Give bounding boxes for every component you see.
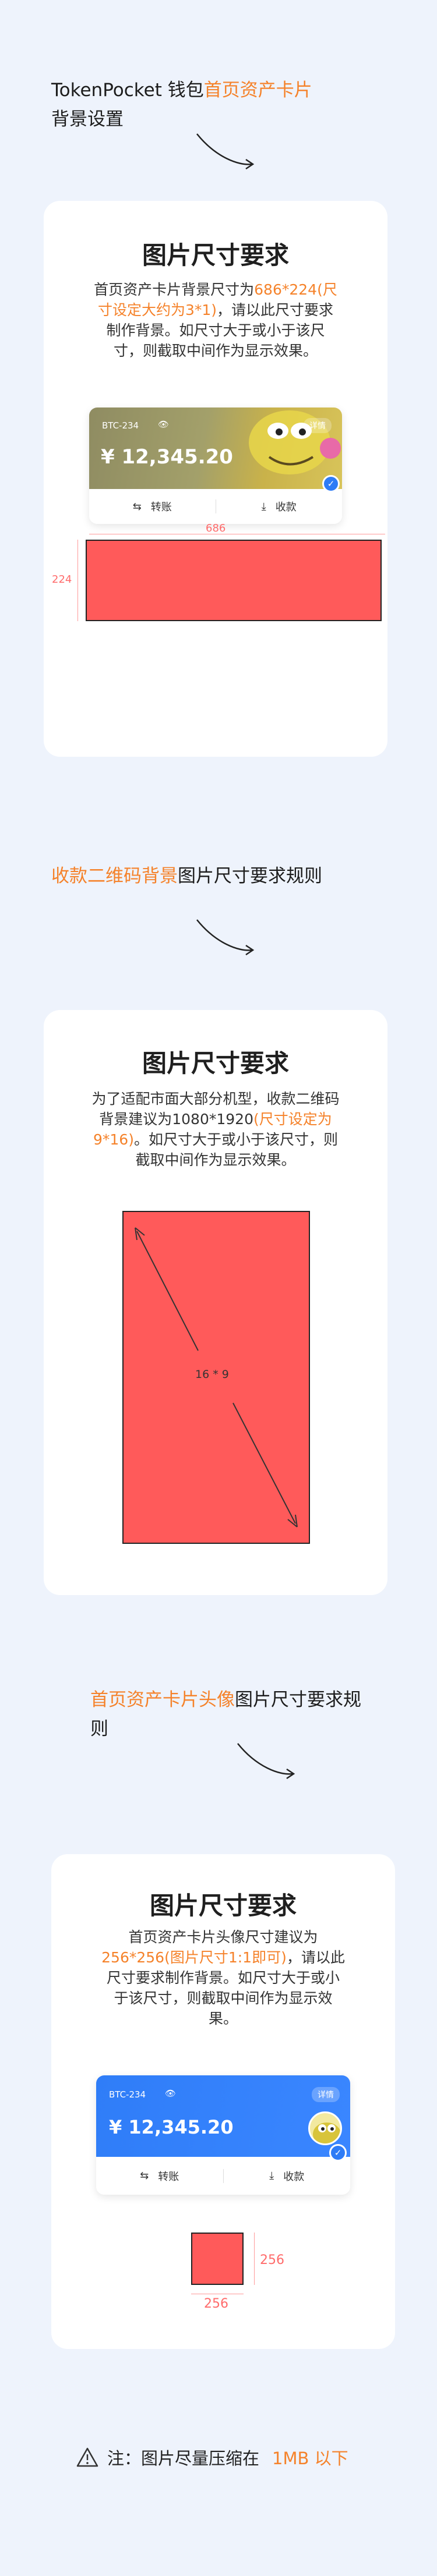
section3-card-title: 图片尺寸要求: [149, 1891, 297, 1920]
section2-heading-highlight: 收款二维码背景: [51, 866, 178, 887]
section3-description: 首页资产卡片头像尺寸建议为256*256(图片尺寸1:1即可)，请以此尺寸要求制…: [101, 1927, 346, 2029]
avatar-height-line: [254, 2233, 255, 2285]
transfer-label: 转账: [150, 501, 172, 513]
receive-label: 收款: [275, 501, 297, 513]
ratio-label: 16 * 9: [195, 1368, 229, 1381]
wallet-detail-button[interactable]: 详情: [312, 2087, 340, 2102]
section2-heading-post: 图片尺寸要求规则: [178, 866, 322, 887]
section3-wallet-card: BTC-234 👁 详情 ¥ 12,345.20 ✓ ⇆ 转账 ⤓ 收款: [96, 2075, 350, 2195]
height-label: 224: [52, 573, 72, 586]
transfer-button[interactable]: ⇆ 转账: [96, 2168, 223, 2184]
wallet-balance: ¥ 12,345.20: [109, 2116, 234, 2138]
section1-description: 首页资产卡片背景尺寸为686*224(尺寸设定大约为3*1)，请以此尺寸要求制作…: [93, 279, 338, 361]
section1-heading-highlight: 首页资产卡片: [203, 80, 312, 101]
section1-wallet-card: BTC-234 👁 详情 ¥ 12,345.20 ⇆ 转账 ⤓ 收款 ✓: [89, 408, 342, 524]
cartoon-frog-icon: [313, 2123, 340, 2143]
section1-heading-pre: TokenPocket 钱包: [51, 80, 204, 101]
section3-card: 图片尺寸要求 首页资产卡片头像尺寸建议为256*256(图片尺寸1:1即可)，请…: [51, 1854, 395, 2349]
eye-icon[interactable]: 👁: [158, 419, 169, 430]
note-highlight: 1MB 以下: [272, 2449, 348, 2468]
section2-description: 为了适配市面大部分机型，收款二维码背景建议为1080*1920(尺寸设定为9*1…: [90, 1089, 341, 1170]
height-dimension-line: [77, 540, 78, 621]
avatar-width-label: 256: [204, 2297, 228, 2311]
section1-heading-post: 背景设置: [51, 109, 124, 130]
section3-heading: 首页资产卡片头像图片尺寸要求规则: [90, 1685, 364, 1744]
curved-arrow-icon: [237, 1743, 295, 1780]
background-size-preview: [86, 540, 382, 621]
section1-desc-pre: 首页资产卡片背景尺寸为: [94, 281, 255, 298]
avatar-size-preview: [191, 2233, 244, 2285]
section2-card-title: 图片尺寸要求: [142, 1049, 289, 1078]
wallet-actions: ⇆ 转账 ⤓ 收款: [96, 2157, 350, 2195]
wallet-top-background: BTC-234 👁 详情 ¥ 12,345.20: [96, 2075, 350, 2157]
wallet-balance: ¥ 12,345.20: [101, 445, 233, 469]
section2-desc-post: 。如尺寸大于或小于该尺寸，则截取中间作为显示效果。: [133, 1131, 338, 1168]
section1-card: 图片尺寸要求 首页资产卡片背景尺寸为686*224(尺寸设定大约为3*1)，请以…: [44, 201, 387, 757]
avatar[interactable]: [308, 2111, 342, 2145]
wallet-actions: ⇆ 转账 ⤓ 收款: [89, 489, 342, 524]
warning-icon: [76, 2447, 98, 2467]
receive-icon: ⤓: [261, 500, 266, 513]
receive-button[interactable]: ⤓ 收款: [224, 2168, 351, 2184]
section2-heading: 收款二维码背景图片尺寸要求规则: [51, 862, 354, 891]
section3-desc-highlight: 256*256(图片尺寸1:1即可): [101, 1949, 287, 1966]
wallet-ticker: BTC-234: [109, 2089, 146, 2100]
eye-icon[interactable]: 👁: [165, 2088, 176, 2099]
verified-badge-icon: ✓: [329, 2144, 347, 2162]
curved-arrow-icon: [196, 133, 255, 170]
transfer-icon: ⇆: [140, 2170, 149, 2182]
size-note: 注：图片尽量压缩在 1MB 以下: [76, 2445, 348, 2469]
wallet-top-background: BTC-234 👁 详情 ¥ 12,345.20: [89, 408, 342, 489]
transfer-button[interactable]: ⇆ 转账: [89, 499, 216, 514]
transfer-icon: ⇆: [132, 500, 142, 513]
section3-heading-highlight: 首页资产卡片头像: [90, 1689, 235, 1710]
transfer-label: 转账: [158, 2170, 179, 2183]
section1-card-title: 图片尺寸要求: [142, 241, 289, 270]
section3-desc-pre: 首页资产卡片头像尺寸建议为: [128, 1929, 318, 1946]
section2-card: 图片尺寸要求 为了适配市面大部分机型，收款二维码背景建议为1080*1920(尺…: [44, 1010, 387, 1595]
note-text: 注：图片尽量压缩在: [107, 2449, 260, 2468]
curved-arrow-icon: [196, 919, 255, 956]
verified-badge-icon: ✓: [322, 475, 340, 492]
wallet-detail-button[interactable]: 详情: [304, 418, 332, 433]
width-label: 686: [206, 522, 226, 534]
wallet-ticker: BTC-234: [102, 420, 139, 431]
receive-icon: ⤓: [269, 2170, 274, 2182]
receive-label: 收款: [283, 2170, 305, 2183]
avatar-height-label: 256: [260, 2253, 284, 2267]
receive-button[interactable]: ⤓ 收款: [216, 499, 343, 514]
